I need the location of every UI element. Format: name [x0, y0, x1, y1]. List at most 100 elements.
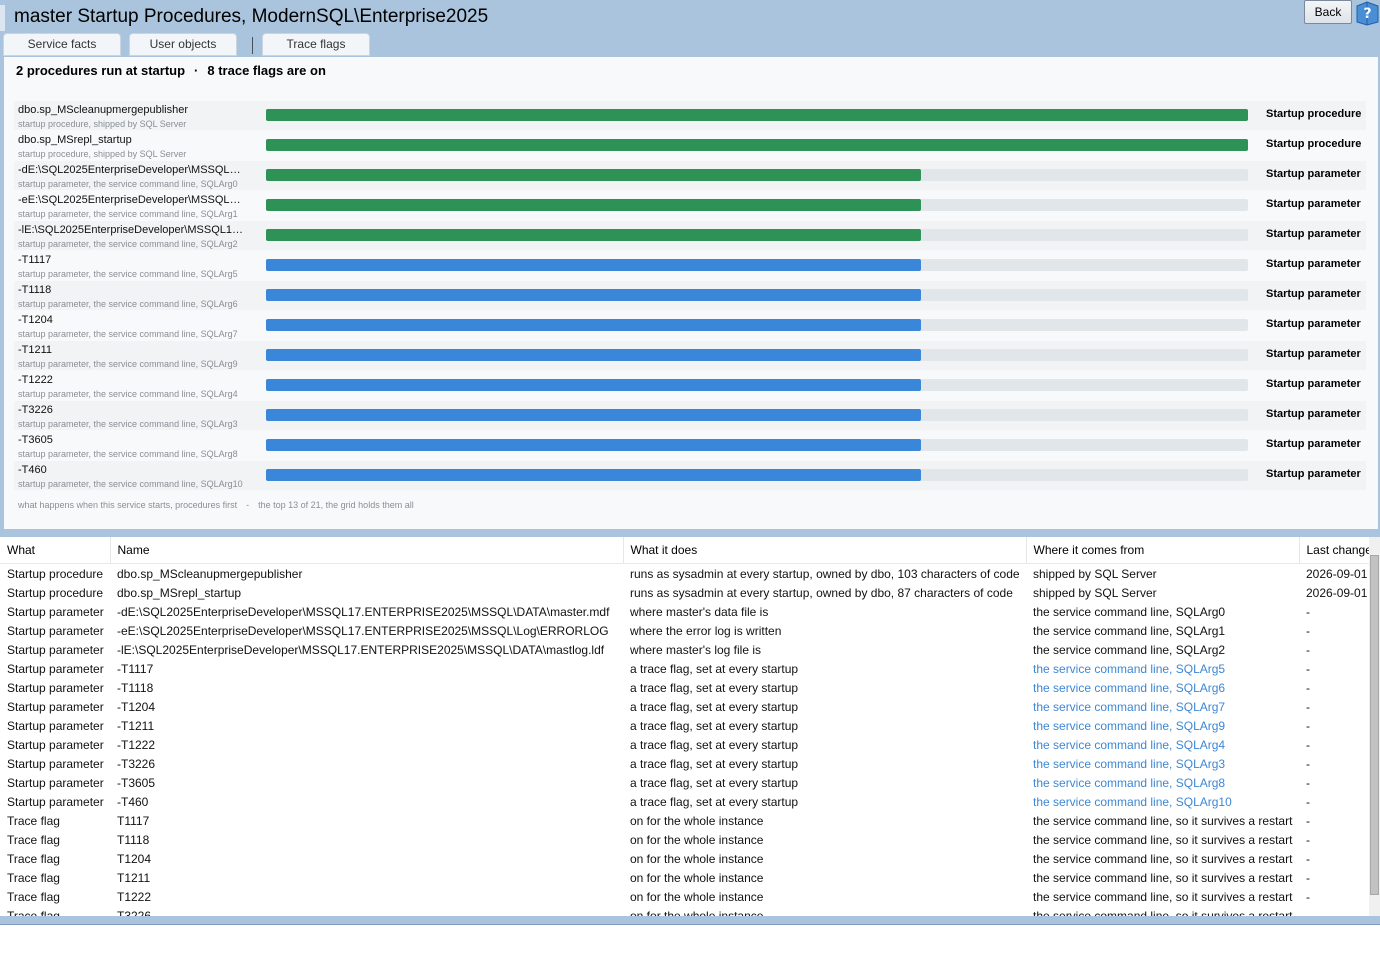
footer-note-separator: -	[246, 500, 250, 510]
startup-bar-row[interactable]: dbo.sp_MSrepl_startupstartup procedure, …	[14, 131, 1366, 160]
cell-name: -T460	[117, 794, 149, 809]
bar-row-kind-label: Startup parameter	[1266, 438, 1361, 450]
bar-fill	[266, 289, 921, 301]
cell-where-it-comes-from[interactable]: the service command line, SQLArg3	[1026, 754, 1299, 773]
startup-bar-row[interactable]: -T460 startup parameter, the service comm…	[14, 461, 1366, 490]
column-header-where-it-comes-from[interactable]: Where it comes from	[1026, 537, 1300, 564]
table-row[interactable]: Startup procedure dbo.sp_MSrepl_startup ru…	[0, 583, 1369, 602]
bar-row-subtitle: startup parameter, the service command l…	[18, 479, 243, 489]
bar-row-kind-label: Startup parameter	[1266, 468, 1361, 480]
startup-bar-row[interactable]: -T1118 startup parameter, the service com…	[14, 281, 1366, 310]
startup-bar-row[interactable]: -eE:\SQL2025EnterpriseDeveloper\MSSQL17.…	[14, 191, 1366, 220]
bar-row-name: -eE:\SQL2025EnterpriseDeveloper\MSSQL17.…	[18, 194, 246, 206]
table-row[interactable]: Startup parameter -T1118 a trace flag, set…	[0, 678, 1369, 697]
table-row[interactable]: Startup parameter -T460 a trace flag, set …	[0, 792, 1369, 811]
bar-row-name: -T460	[18, 464, 47, 476]
cell-what: Startup parameter	[7, 756, 104, 771]
cell-last-changed: -	[1306, 623, 1310, 638]
column-header-last-changed[interactable]: Last changed	[1299, 537, 1369, 564]
tab-user-objects[interactable]: User objects	[129, 33, 237, 56]
help-book-icon[interactable]: ?	[1354, 0, 1380, 26]
cell-where-it-comes-from[interactable]: the service command line, SQLArg7	[1026, 697, 1299, 716]
table-row[interactable]: Startup parameter -T3605 a trace flag, set…	[0, 773, 1369, 792]
bar-track	[266, 349, 1248, 361]
bar-row-subtitle: startup parameter, the service command l…	[18, 239, 238, 249]
bar-row-name: dbo.sp_MSrepl_startup	[18, 134, 132, 146]
back-button[interactable]: Back	[1304, 0, 1352, 24]
startup-bar-row[interactable]: -dE:\SQL2025EnterpriseDeveloper\MSSQL17.…	[14, 161, 1366, 190]
table-row[interactable]: Startup parameter -T1117 a trace flag, set…	[0, 659, 1369, 678]
bar-track	[266, 109, 1248, 121]
cell-where-it-comes-from[interactable]: the service command line, SQLArg4	[1026, 735, 1299, 754]
cell-where-it-comes-from[interactable]: the service command line, SQLArg10	[1026, 792, 1299, 811]
cell-what: Trace flag	[7, 908, 60, 917]
cell-what-it-does: where the error log is written	[630, 623, 782, 638]
bar-row-name: -dE:\SQL2025EnterpriseDeveloper\MSSQL17.…	[18, 164, 246, 176]
tab-trace-flags[interactable]: Trace flags	[262, 33, 370, 56]
cell-where-it-comes-from: shipped by SQL Server	[1033, 566, 1157, 581]
cell-name: dbo.sp_MSrepl_startup	[117, 585, 242, 600]
table-row[interactable]: Trace flag T1222 on for the whole instance…	[0, 887, 1369, 906]
table-row[interactable]: Trace flag T1204 on for the whole instance…	[0, 849, 1369, 868]
bar-footer-note: what happens when this service starts, p…	[18, 500, 414, 510]
table-row[interactable]: Startup parameter -T3226 a trace flag, set…	[0, 754, 1369, 773]
column-header-name[interactable]: Name	[110, 537, 624, 564]
bar-row-subtitle: startup parameter, the service command l…	[18, 209, 238, 219]
table-row[interactable]: Startup parameter -lE:\SQL2025EnterpriseD…	[0, 640, 1369, 659]
cell-name: -T3605	[117, 775, 156, 790]
bar-track	[266, 469, 1248, 481]
cell-what-it-does: on for the whole instance	[630, 832, 764, 847]
bar-row-kind-label: Startup parameter	[1266, 168, 1361, 180]
cell-last-changed: -	[1306, 775, 1310, 790]
column-header-what[interactable]: What	[0, 537, 111, 564]
cell-what-it-does: a trace flag, set at every startup	[630, 699, 799, 714]
table-row[interactable]: Startup parameter -T1204 a trace flag, set…	[0, 697, 1369, 716]
table-row[interactable]: Startup parameter -T1211 a trace flag, set…	[0, 716, 1369, 735]
cell-where-it-comes-from[interactable]: the service command line, SQLArg5	[1026, 659, 1299, 678]
bar-fill	[266, 469, 921, 481]
bar-fill	[266, 199, 921, 211]
tab-service-facts[interactable]: Service facts	[3, 33, 121, 56]
cell-where-it-comes-from[interactable]: the service command line, SQLArg8	[1026, 773, 1299, 792]
bar-track	[266, 139, 1248, 151]
bar-row-kind-label: Startup parameter	[1266, 318, 1361, 330]
cell-where-it-comes-from[interactable]: the service command line, SQLArg9	[1026, 716, 1299, 735]
startup-bar-row[interactable]: -T1222 startup parameter, the service com…	[14, 371, 1366, 400]
table-row[interactable]: Trace flag T1211 on for the whole instance…	[0, 868, 1369, 887]
bar-row-kind-label: Startup parameter	[1266, 258, 1361, 270]
cell-name: T3226	[117, 908, 152, 917]
cell-name: -lE:\SQL2025EnterpriseDeveloper\MSSQL17.…	[117, 642, 605, 657]
cell-last-changed: 2026-09-01	[1306, 585, 1368, 600]
grid-vertical-scrollbar[interactable]	[1369, 537, 1380, 916]
grid-scrollbar-thumb[interactable]	[1370, 555, 1379, 895]
table-row[interactable]: Startup parameter -dE:\SQL2025EnterpriseD…	[0, 602, 1369, 621]
table-row[interactable]: Trace flag T1118 on for the whole instance…	[0, 830, 1369, 849]
bar-track	[266, 319, 1248, 331]
bar-row-subtitle: startup procedure, shipped by SQL Server	[18, 149, 187, 159]
cell-last-changed: -	[1306, 889, 1310, 904]
table-row[interactable]: Startup parameter -eE:\SQL2025EnterpriseD…	[0, 621, 1369, 640]
table-row[interactable]: Startup procedure dbo.sp_MScleanupmergepu…	[0, 564, 1369, 584]
startup-bar-row[interactable]: -T3605 startup parameter, the service com…	[14, 431, 1366, 460]
bar-row-name: -T3605	[18, 434, 53, 446]
column-header-what-it-does[interactable]: What it does	[623, 537, 1027, 564]
startup-bar-row[interactable]: -T1204 startup parameter, the service com…	[14, 311, 1366, 340]
bar-fill	[266, 169, 921, 181]
bar-fill	[266, 379, 921, 391]
startup-bar-row[interactable]: -T1211 startup parameter, the service com…	[14, 341, 1366, 370]
bar-track	[266, 439, 1248, 451]
summary-procedures: 2 procedures run at startup	[16, 63, 186, 78]
bar-row-subtitle: startup parameter, the service command l…	[18, 299, 238, 309]
startup-bar-row[interactable]: -lE:\SQL2025EnterpriseDeveloper\MSSQL17.…	[14, 221, 1366, 250]
cell-where-it-comes-from[interactable]: the service command line, SQLArg6	[1026, 678, 1299, 697]
bar-row-kind-label: Startup parameter	[1266, 378, 1361, 390]
cell-where-it-comes-from: the service command line, so it survives…	[1033, 813, 1293, 828]
startup-bar-row[interactable]: dbo.sp_MScleanupmergepublisher startup pr…	[14, 101, 1366, 130]
table-row[interactable]: Trace flag T1117 on for the whole instance…	[0, 811, 1369, 830]
table-row[interactable]: Startup parameter -T1222 a trace flag, set…	[0, 735, 1369, 754]
startup-bar-row[interactable]: -T3226 startup parameter, the service com…	[14, 401, 1366, 430]
cell-last-changed: -	[1306, 813, 1310, 828]
cell-name: T1204	[117, 851, 152, 866]
table-row[interactable]: Trace flag T3226 on for the whole instance…	[0, 906, 1369, 917]
startup-bar-row[interactable]: -T1117 startup parameter, the service com…	[14, 251, 1366, 280]
